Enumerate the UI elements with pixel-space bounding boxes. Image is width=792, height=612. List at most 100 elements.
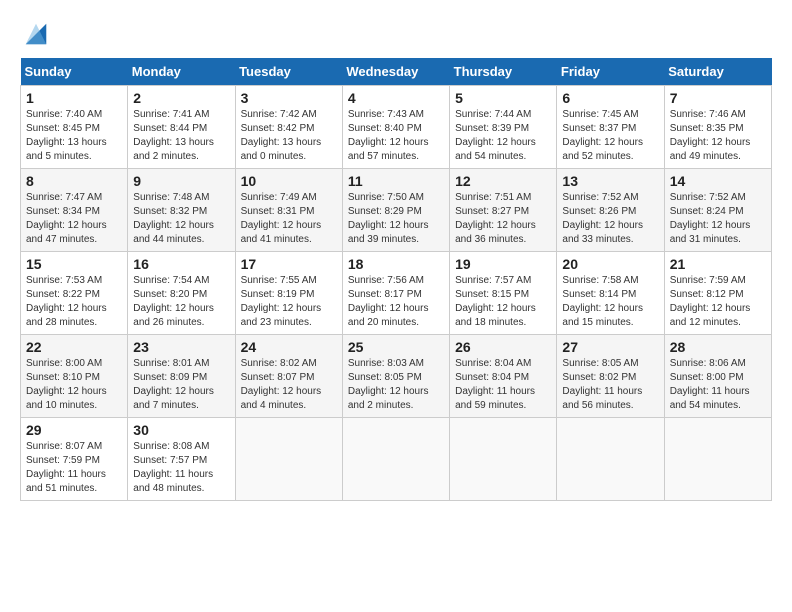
calendar-cell: 14 Sunrise: 7:52 AM Sunset: 8:24 PM Dayli… xyxy=(664,169,771,252)
logo-icon xyxy=(22,20,50,48)
day-number: 1 xyxy=(26,90,122,106)
calendar-cell: 2 Sunrise: 7:41 AM Sunset: 8:44 PM Daylig… xyxy=(128,86,235,169)
day-number: 23 xyxy=(133,339,229,355)
calendar-body: 1Sunrise: 7:40 AM Sunset: 8:45 PM Daylig… xyxy=(21,86,772,501)
day-number: 15 xyxy=(26,256,122,272)
day-number: 24 xyxy=(241,339,337,355)
day-number: 5 xyxy=(455,90,551,106)
weekday-header-thursday: Thursday xyxy=(450,58,557,86)
calendar-cell: 28Sunrise: 8:06 AM Sunset: 8:00 PM Dayli… xyxy=(664,335,771,418)
day-info: Sunrise: 7:45 AM Sunset: 8:37 PM Dayligh… xyxy=(562,108,658,164)
calendar-table: SundayMondayTuesdayWednesdayThursdayFrid… xyxy=(20,58,772,501)
day-number: 7 xyxy=(670,90,766,106)
day-info: Sunrise: 8:00 AM Sunset: 8:10 PM Dayligh… xyxy=(26,357,122,413)
day-info: Sunrise: 7:50 AM Sunset: 8:29 PM Dayligh… xyxy=(348,191,444,247)
calendar-cell: 21 Sunrise: 7:59 AM Sunset: 8:12 PM Dayli… xyxy=(664,252,771,335)
day-info: Sunrise: 7:49 AM Sunset: 8:31 PM Dayligh… xyxy=(241,191,337,247)
day-info: Sunrise: 7:56 AM Sunset: 8:17 PM Dayligh… xyxy=(348,274,444,330)
day-info: Sunrise: 7:59 AM Sunset: 8:12 PM Dayligh… xyxy=(670,274,766,330)
calendar-cell xyxy=(342,418,449,501)
day-info: Sunrise: 8:01 AM Sunset: 8:09 PM Dayligh… xyxy=(133,357,229,413)
day-number: 26 xyxy=(455,339,551,355)
calendar-cell: 25 Sunrise: 8:03 AM Sunset: 8:05 PM Dayli… xyxy=(342,335,449,418)
weekday-header-saturday: Saturday xyxy=(664,58,771,86)
calendar-cell: 7 Sunrise: 7:46 AM Sunset: 8:35 PM Daylig… xyxy=(664,86,771,169)
calendar-cell: 29 Sunrise: 8:07 AM Sunset: 7:59 PM Dayli… xyxy=(21,418,128,501)
day-info: Sunrise: 8:05 AM Sunset: 8:02 PM Dayligh… xyxy=(562,357,658,413)
day-number: 16 xyxy=(133,256,229,272)
calendar-cell: 20Sunrise: 7:58 AM Sunset: 8:14 PM Dayli… xyxy=(557,252,664,335)
day-number: 18 xyxy=(348,256,444,272)
calendar-cell: 12Sunrise: 7:51 AM Sunset: 8:27 PM Dayli… xyxy=(450,169,557,252)
calendar-cell: 18 Sunrise: 7:56 AM Sunset: 8:17 PM Dayli… xyxy=(342,252,449,335)
day-info: Sunrise: 8:02 AM Sunset: 8:07 PM Dayligh… xyxy=(241,357,337,413)
weekday-header-friday: Friday xyxy=(557,58,664,86)
day-number: 14 xyxy=(670,173,766,189)
calendar-cell xyxy=(235,418,342,501)
calendar-cell xyxy=(557,418,664,501)
day-info: Sunrise: 7:52 AM Sunset: 8:24 PM Dayligh… xyxy=(670,191,766,247)
weekday-header-sunday: Sunday xyxy=(21,58,128,86)
calendar-cell: 27Sunrise: 8:05 AM Sunset: 8:02 PM Dayli… xyxy=(557,335,664,418)
weekday-header-monday: Monday xyxy=(128,58,235,86)
calendar-week-1: 1Sunrise: 7:40 AM Sunset: 8:45 PM Daylig… xyxy=(21,86,772,169)
calendar-cell: 26 Sunrise: 8:04 AM Sunset: 8:04 PM Dayli… xyxy=(450,335,557,418)
day-info: Sunrise: 7:41 AM Sunset: 8:44 PM Dayligh… xyxy=(133,108,229,164)
day-number: 6 xyxy=(562,90,658,106)
day-info: Sunrise: 7:44 AM Sunset: 8:39 PM Dayligh… xyxy=(455,108,551,164)
calendar-header-row: SundayMondayTuesdayWednesdayThursdayFrid… xyxy=(21,58,772,86)
calendar-cell xyxy=(664,418,771,501)
weekday-header-wednesday: Wednesday xyxy=(342,58,449,86)
calendar-cell: 13 Sunrise: 7:52 AM Sunset: 8:26 PM Dayli… xyxy=(557,169,664,252)
calendar-cell: 3 Sunrise: 7:42 AM Sunset: 8:42 PM Daylig… xyxy=(235,86,342,169)
day-number: 8 xyxy=(26,173,122,189)
calendar-week-4: 22 Sunrise: 8:00 AM Sunset: 8:10 PM Dayli… xyxy=(21,335,772,418)
day-number: 21 xyxy=(670,256,766,272)
day-info: Sunrise: 7:48 AM Sunset: 8:32 PM Dayligh… xyxy=(133,191,229,247)
calendar-cell xyxy=(450,418,557,501)
day-info: Sunrise: 8:03 AM Sunset: 8:05 PM Dayligh… xyxy=(348,357,444,413)
day-info: Sunrise: 7:55 AM Sunset: 8:19 PM Dayligh… xyxy=(241,274,337,330)
calendar-cell: 9 Sunrise: 7:48 AM Sunset: 8:32 PM Daylig… xyxy=(128,169,235,252)
calendar-cell: 11 Sunrise: 7:50 AM Sunset: 8:29 PM Dayli… xyxy=(342,169,449,252)
day-number: 29 xyxy=(26,422,122,438)
day-number: 22 xyxy=(26,339,122,355)
day-number: 9 xyxy=(133,173,229,189)
day-info: Sunrise: 7:52 AM Sunset: 8:26 PM Dayligh… xyxy=(562,191,658,247)
day-info: Sunrise: 8:04 AM Sunset: 8:04 PM Dayligh… xyxy=(455,357,551,413)
calendar-week-2: 8 Sunrise: 7:47 AM Sunset: 8:34 PM Daylig… xyxy=(21,169,772,252)
weekday-header-tuesday: Tuesday xyxy=(235,58,342,86)
day-number: 25 xyxy=(348,339,444,355)
calendar-cell: 23 Sunrise: 8:01 AM Sunset: 8:09 PM Dayli… xyxy=(128,335,235,418)
calendar-cell: 5 Sunrise: 7:44 AM Sunset: 8:39 PM Daylig… xyxy=(450,86,557,169)
day-number: 12 xyxy=(455,173,551,189)
calendar-cell: 16 Sunrise: 7:54 AM Sunset: 8:20 PM Dayli… xyxy=(128,252,235,335)
day-number: 4 xyxy=(348,90,444,106)
calendar-cell: 24 Sunrise: 8:02 AM Sunset: 8:07 PM Dayli… xyxy=(235,335,342,418)
day-number: 30 xyxy=(133,422,229,438)
day-number: 13 xyxy=(562,173,658,189)
calendar-cell: 6 Sunrise: 7:45 AM Sunset: 8:37 PM Daylig… xyxy=(557,86,664,169)
calendar-cell: 10 Sunrise: 7:49 AM Sunset: 8:31 PM Dayli… xyxy=(235,169,342,252)
day-info: Sunrise: 7:53 AM Sunset: 8:22 PM Dayligh… xyxy=(26,274,122,330)
calendar-cell: 22 Sunrise: 8:00 AM Sunset: 8:10 PM Dayli… xyxy=(21,335,128,418)
day-info: Sunrise: 8:06 AM Sunset: 8:00 PM Dayligh… xyxy=(670,357,766,413)
day-number: 3 xyxy=(241,90,337,106)
day-info: Sunrise: 7:42 AM Sunset: 8:42 PM Dayligh… xyxy=(241,108,337,164)
day-number: 2 xyxy=(133,90,229,106)
day-number: 10 xyxy=(241,173,337,189)
calendar-cell: 4Sunrise: 7:43 AM Sunset: 8:40 PM Daylig… xyxy=(342,86,449,169)
day-info: Sunrise: 8:08 AM Sunset: 7:57 PM Dayligh… xyxy=(133,440,229,496)
day-number: 19 xyxy=(455,256,551,272)
day-info: Sunrise: 7:57 AM Sunset: 8:15 PM Dayligh… xyxy=(455,274,551,330)
calendar-week-5: 29 Sunrise: 8:07 AM Sunset: 7:59 PM Dayli… xyxy=(21,418,772,501)
calendar-cell: 17Sunrise: 7:55 AM Sunset: 8:19 PM Dayli… xyxy=(235,252,342,335)
day-info: Sunrise: 7:54 AM Sunset: 8:20 PM Dayligh… xyxy=(133,274,229,330)
day-number: 20 xyxy=(562,256,658,272)
day-number: 11 xyxy=(348,173,444,189)
logo xyxy=(20,20,50,48)
day-info: Sunrise: 8:07 AM Sunset: 7:59 PM Dayligh… xyxy=(26,440,122,496)
day-info: Sunrise: 7:46 AM Sunset: 8:35 PM Dayligh… xyxy=(670,108,766,164)
day-info: Sunrise: 7:47 AM Sunset: 8:34 PM Dayligh… xyxy=(26,191,122,247)
page-header xyxy=(20,20,772,48)
